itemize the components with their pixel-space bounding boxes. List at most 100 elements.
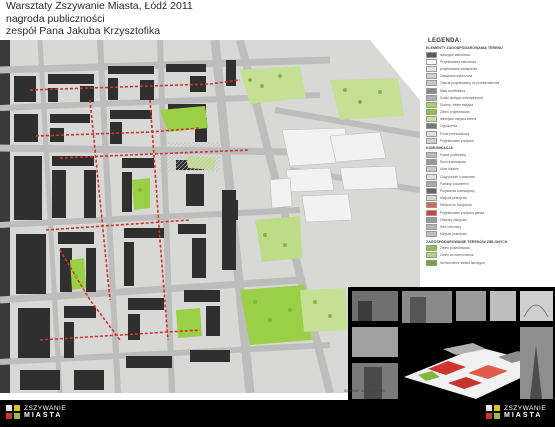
legend-label: Zieleń projektowana (440, 110, 470, 115)
legend-swatch (426, 130, 437, 137)
logo-left: ZSZYWANIE MIASTA (6, 405, 66, 419)
legend-swatch (426, 101, 437, 108)
legend-label: Istniejące miejsca zieleni (440, 117, 477, 122)
legend-item: Zieleń projektowana (426, 245, 552, 252)
legend-swatch (426, 152, 437, 159)
legend-label: Szlaki dostępu wewnętrznych (440, 95, 484, 100)
legend-label: Wzmocnienie zieleni istniejącej (440, 260, 486, 265)
scale-note: SCHEMAT UKŁADU RAMKI (344, 389, 386, 393)
photo-square (352, 327, 398, 357)
redevelopment-area (160, 142, 220, 172)
legend-swatch (426, 80, 437, 87)
legend-item: Pasaż podziemny (426, 151, 552, 159)
legend-swatch (426, 187, 437, 194)
legend-label: Zieleń projektowana (440, 246, 470, 251)
legend-label: Projektowane przejścia piesze (440, 210, 485, 215)
photo-buildings (402, 291, 452, 323)
legend-item: Wejścia do budynków (426, 202, 552, 209)
legend-item: Parkingi podziemne (426, 180, 552, 187)
legend-item: Obszar projektowany do przekształcenia (426, 80, 552, 87)
legend-section-title: KOMUNIKACJA (426, 146, 453, 151)
legend-swatch (426, 202, 437, 209)
legend-swatch (426, 73, 437, 80)
legend-swatch (426, 65, 437, 72)
legend-label: Mała architektura (440, 88, 466, 93)
legend-label: Istniejące zabudowa (440, 52, 470, 57)
legend-item: Szlaki dostępu wewnętrznych (426, 94, 552, 101)
legend-item: Mała architektura (426, 87, 552, 94)
legend-label: Skwery, zieleń miejska (440, 102, 474, 107)
legend-swatch (426, 58, 437, 65)
legend-swatch (426, 223, 437, 230)
legend-item: Ogrodzenia (426, 123, 552, 130)
legend-section-title: ELEMENTY ZAGOSPODAROWANIA TERENU (426, 46, 503, 50)
legend-label: Miejsce postojowe (440, 232, 467, 237)
map-legend: LEGENDA: ELEMENTY ZAGOSPODAROWANIA TEREN… (424, 38, 552, 278)
poster-title: Warsztaty Zszywanie Miasta, Łódź 2011 (6, 0, 193, 12)
legend-item: Miejsca postojowe (426, 195, 552, 202)
legend-item: Ruch tramwajowy (426, 159, 552, 166)
logo-line1: ZSZYWANIE (504, 405, 547, 412)
footer-bar (0, 400, 555, 427)
logo-mark-icon (486, 405, 500, 419)
legend-label: Sieć informacji (440, 224, 462, 229)
photo-sky (490, 291, 516, 321)
legend-label: Przystanek tramwajowy (440, 188, 475, 193)
legend-body: ELEMENTY ZAGOSPODAROWANIA TERENU Istnieją… (424, 46, 552, 266)
legend-item: Obszary usługowe (426, 216, 552, 223)
legend-label: Ulice lokalne (440, 167, 459, 172)
legend-swatch (426, 209, 437, 216)
logo-mark-icon (6, 405, 20, 419)
legend-swatch (426, 94, 437, 101)
poster-subtitle: nagroda publiczności (6, 12, 105, 25)
legend-label: Obszar projektowany do przekształcenia (440, 81, 500, 86)
legend-label: projektowane zadaszenia (440, 66, 478, 71)
legend-label: Ciągi piesze i rowerowe (440, 174, 475, 179)
logo-line2: MIASTA (24, 412, 63, 419)
legend-swatch (426, 195, 437, 202)
legend-swatch (426, 109, 437, 116)
legend-label: Projektowana zabudowa (440, 59, 476, 64)
legend-item: Przystanek tramwajowy (426, 187, 552, 194)
legend-item: Punkt przesiadkowy (426, 130, 552, 137)
legend-item: Ulice lokalne (426, 166, 552, 173)
photo-collage (348, 287, 555, 402)
legend-title: LEGENDA: (428, 38, 462, 44)
building-block (0, 40, 10, 393)
logo-line1: ZSZYWANIE (24, 405, 67, 412)
legend-label: Obszary usługowe (440, 217, 468, 222)
legend-label: Miejsca postojowe (440, 196, 467, 201)
legend-label: Pasaż podziemny (440, 153, 467, 158)
legend-item: Zieleń projektowana (426, 109, 552, 116)
legend-section-title: ZAGOSPODAROWANIE TERENÓW ZIELONYCH (426, 239, 508, 244)
legend-item: Sieć informacji (426, 223, 552, 230)
legend-label: Zabudowa wyburzona (440, 74, 473, 79)
legend-label: Zieleń do wzmocnienia (440, 253, 474, 258)
legend-label: Parkingi podziemne (440, 181, 469, 186)
poster-team: zespół Pana Jakuba Krzysztofika (6, 25, 161, 37)
legend-swatch (426, 116, 437, 123)
legend-item: Zabudowa wyburzona (426, 73, 552, 80)
legend-swatch (426, 173, 437, 180)
legend-swatch (426, 87, 437, 94)
legend-swatch (426, 166, 437, 173)
legend-swatch (426, 137, 437, 144)
legend-item: projektowane zadaszenia (426, 65, 552, 72)
legend-swatch (426, 259, 437, 266)
legend-label: Ogrodzenia (440, 124, 458, 129)
legend-item: Skwery, zieleń miejska (426, 101, 552, 108)
legend-item: Wzmocnienie zieleni istniejącej (426, 259, 552, 266)
legend-item: Projektowane przejście (426, 137, 552, 144)
photo-facade (456, 291, 486, 321)
legend-item: Ciągi piesze i rowerowe (426, 173, 552, 180)
legend-swatch (426, 252, 437, 259)
legend-item: Zieleń do wzmocnienia (426, 252, 552, 259)
legend-swatch (426, 231, 437, 238)
poster-header: Warsztaty Zszywanie Miasta, Łódź 2011 na… (6, 0, 336, 38)
legend-label: Ruch tramwajowy (440, 160, 467, 165)
legend-label: Wejścia do budynków (440, 203, 472, 208)
legend-swatch (426, 51, 437, 58)
legend-item: Projektowana zabudowa (426, 58, 552, 65)
legend-swatch (426, 245, 437, 252)
legend-swatch (426, 123, 437, 130)
